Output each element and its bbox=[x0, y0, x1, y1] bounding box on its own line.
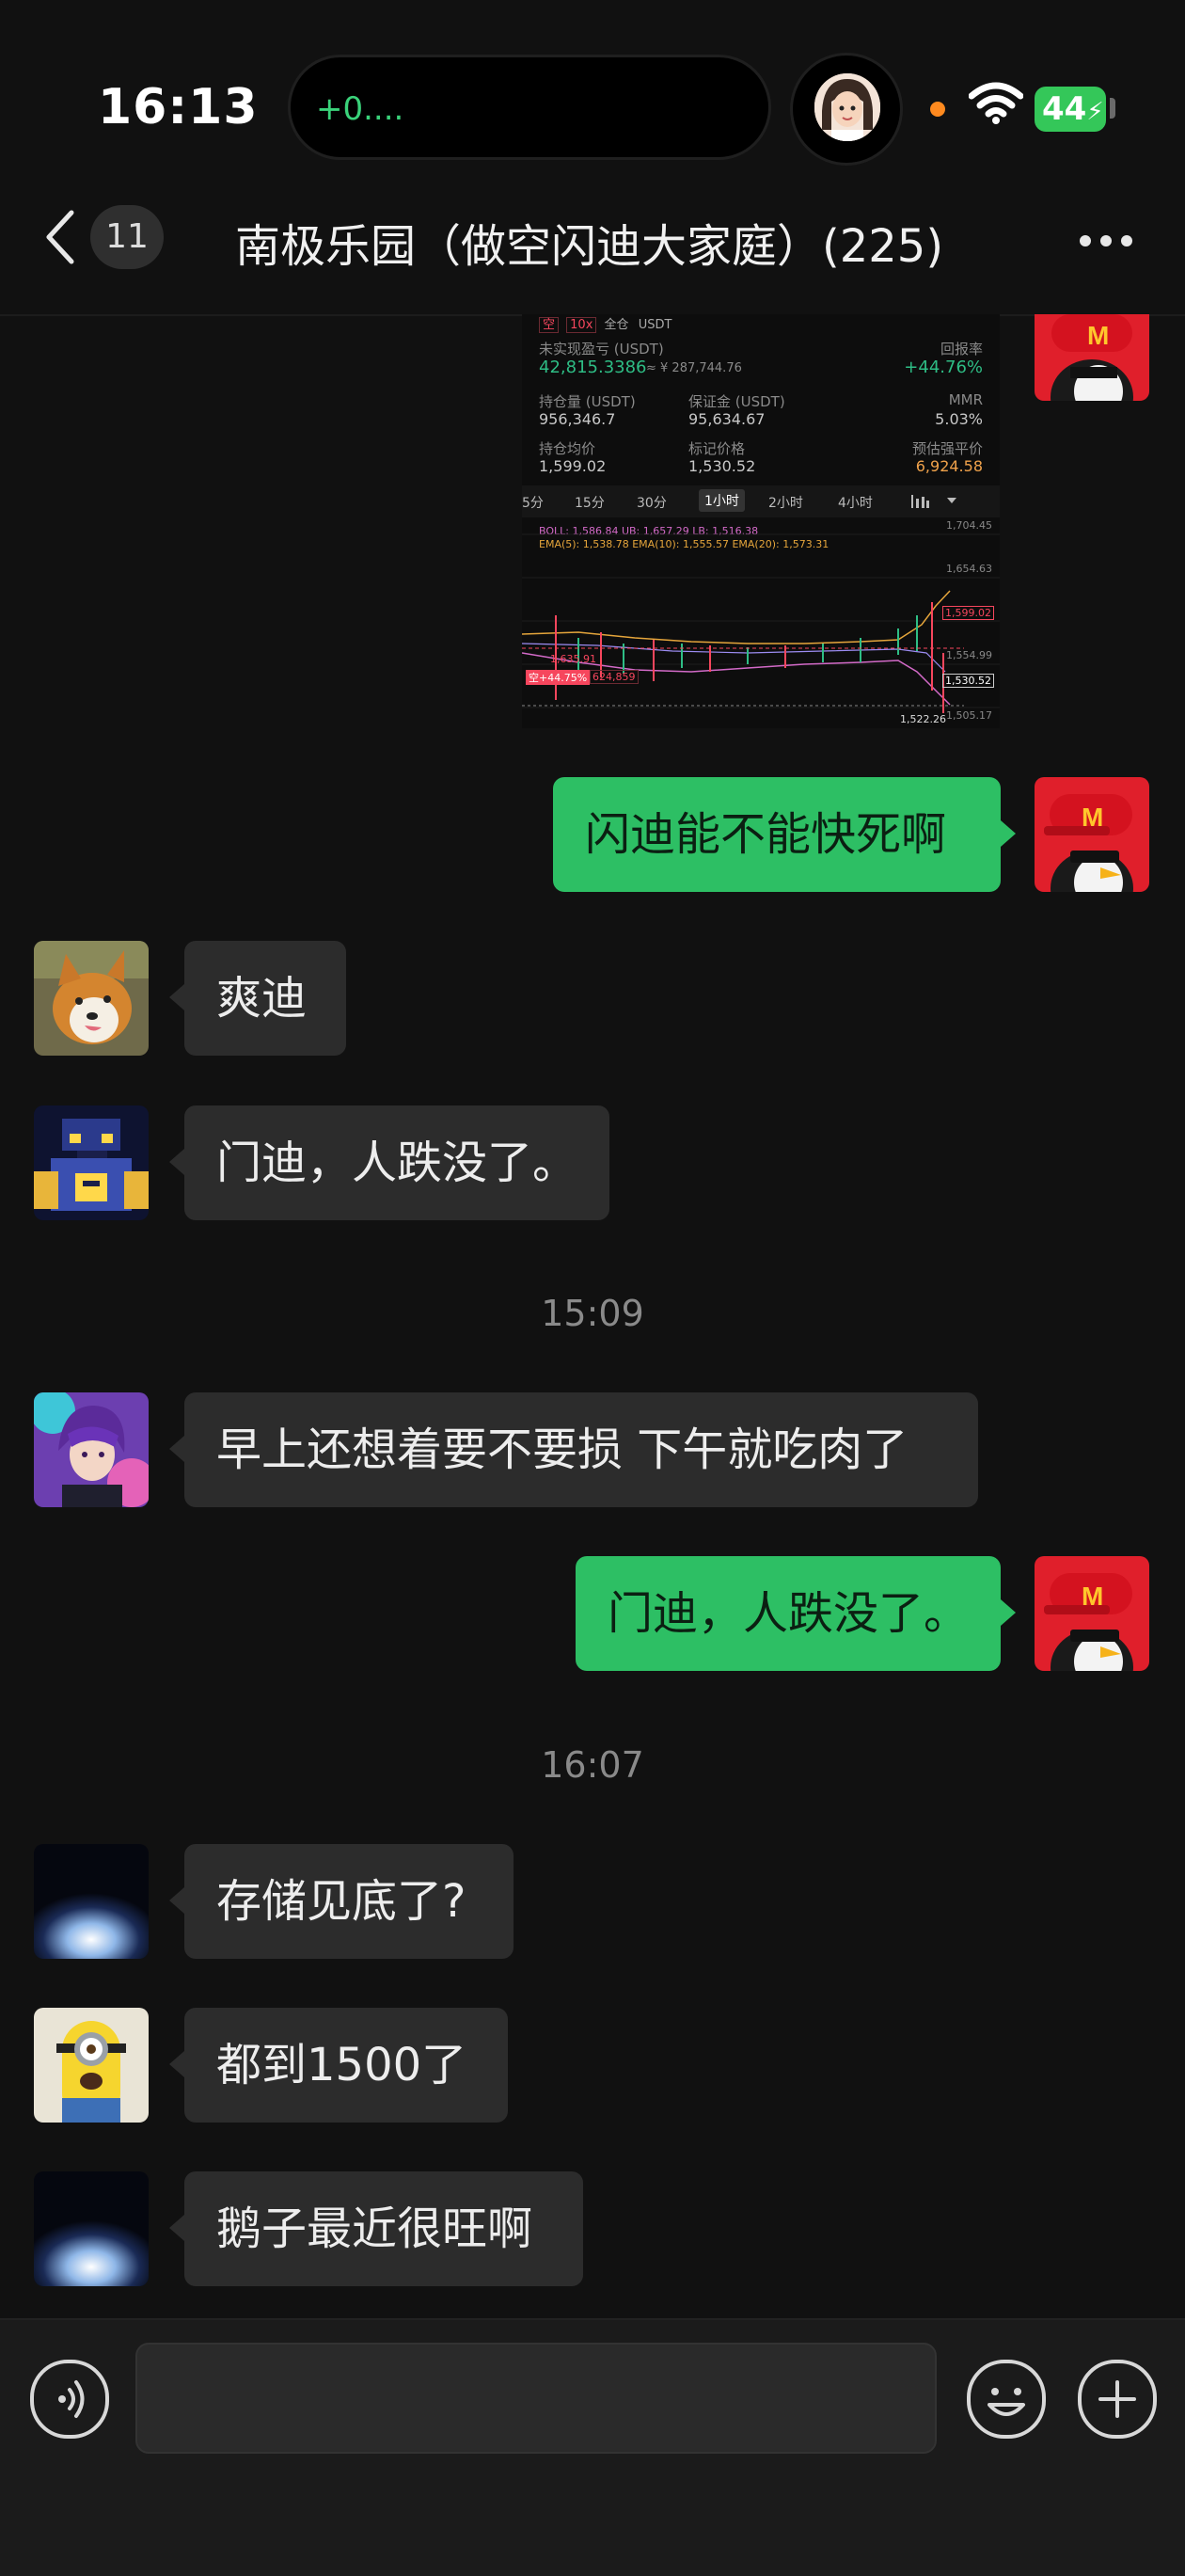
avg-price-label: 持仓均价 bbox=[539, 440, 596, 457]
more-horizontal-icon[interactable] bbox=[1078, 233, 1134, 252]
message-bubble-incoming[interactable]: 早上还想着要不要损 下午就吃肉了 bbox=[184, 1392, 978, 1507]
member-avatar-horizon[interactable] bbox=[34, 1844, 149, 1959]
interval-tab[interactable]: 4小时 bbox=[838, 493, 873, 512]
self-avatar[interactable]: M bbox=[1035, 1556, 1149, 1671]
self-avatar[interactable]: M bbox=[1035, 777, 1149, 892]
chart-high-marker: 1,635.91 bbox=[550, 653, 596, 665]
status-avatar bbox=[814, 73, 880, 141]
member-avatar-pixel[interactable] bbox=[34, 1105, 149, 1220]
trading-screenshot-image[interactable]: 空 10x 全仓 USDT 未实现盈亏 (USDT) 42,815.3386 ≈… bbox=[522, 314, 1000, 728]
mark-price-value: 1,530.52 bbox=[688, 457, 756, 475]
margin-label: 保证金 (USDT) bbox=[688, 393, 785, 410]
wifi-icon bbox=[968, 81, 1024, 128]
member-avatar-minion[interactable] bbox=[34, 2008, 149, 2123]
unrealized-value: 42,815.3386 bbox=[539, 358, 647, 377]
bubble-tail bbox=[169, 1149, 184, 1175]
bubble-tail bbox=[169, 1887, 184, 1914]
price-tick: 1,704.45 bbox=[946, 519, 992, 532]
bubble-tail bbox=[169, 984, 184, 1010]
position-label: 持仓量 (USDT) bbox=[539, 393, 636, 410]
position-tag: 空+44.75% bbox=[526, 670, 591, 685]
message-bubble-incoming[interactable]: 都到1500了 bbox=[184, 2008, 508, 2123]
roe-value: +44.76% bbox=[904, 358, 983, 377]
price-tick-entry: 1,599.02 bbox=[942, 606, 994, 620]
avg-price-value: 1,599.02 bbox=[539, 457, 607, 475]
unrealized-cny: ≈ ¥ 287,744.76 bbox=[646, 361, 742, 375]
interval-tab[interactable]: 5分 bbox=[522, 493, 544, 512]
message-bubble-incoming[interactable]: 鹅子最近很旺啊 bbox=[184, 2171, 583, 2286]
message-input[interactable] bbox=[135, 2343, 937, 2454]
position-qty: 624,859 bbox=[590, 670, 639, 684]
charging-bolt-icon: ⚡ bbox=[1086, 98, 1104, 126]
emoji-icon[interactable] bbox=[967, 2360, 1046, 2439]
position-value: 956,346.7 bbox=[539, 410, 616, 428]
mark-price-label: 标记价格 bbox=[688, 440, 746, 457]
candlestick-chart bbox=[522, 533, 1000, 713]
interval-tab[interactable]: 2小时 bbox=[768, 493, 803, 512]
status-time: 16:13 bbox=[98, 79, 259, 135]
bubble-tail bbox=[1001, 820, 1016, 847]
message-bubble-incoming[interactable]: 门迪，人跌没了。 bbox=[184, 1105, 609, 1220]
unread-count-badge[interactable]: 11 bbox=[90, 205, 164, 269]
price-tick: 1,654.63 bbox=[946, 563, 992, 575]
bubble-tail bbox=[1001, 1599, 1016, 1626]
chevron-left-icon[interactable] bbox=[41, 207, 79, 271]
unrealized-label: 未实现盈亏 (USDT) bbox=[539, 341, 664, 358]
interval-tab[interactable]: 30分 bbox=[637, 493, 667, 512]
bubble-tail bbox=[169, 2215, 184, 2241]
interval-tab[interactable]: 15分 bbox=[575, 493, 605, 512]
member-avatar-corgi[interactable] bbox=[34, 941, 149, 1056]
member-avatar-anime[interactable] bbox=[34, 1392, 149, 1507]
mmr-label: MMR bbox=[948, 391, 983, 408]
member-avatar-horizon[interactable] bbox=[34, 2171, 149, 2286]
message-bubble-incoming[interactable]: 爽迪 bbox=[184, 941, 346, 1056]
privacy-indicator bbox=[930, 102, 945, 117]
liq-price-value: 6,924.58 bbox=[915, 457, 983, 475]
message-bubble-outgoing[interactable]: 门迪，人跌没了。 bbox=[576, 1556, 1001, 1671]
timestamp-divider: 15:09 bbox=[541, 1293, 644, 1334]
bubble-tail bbox=[169, 2051, 184, 2077]
price-tick: 1,554.99 bbox=[946, 649, 992, 661]
tag-asset: USDT bbox=[638, 318, 672, 332]
battery-indicator: 44⚡ bbox=[1035, 87, 1106, 132]
price-tick: 1,505.17 bbox=[946, 709, 992, 722]
message-bubble-incoming[interactable]: 存储见底了? bbox=[184, 1844, 514, 1959]
timestamp-divider: 16:07 bbox=[541, 1744, 644, 1786]
mmr-value: 5.03% bbox=[935, 410, 983, 428]
liq-price-label: 预估强平价 bbox=[911, 440, 983, 457]
chart-settings-icon[interactable] bbox=[908, 493, 973, 514]
bubble-tail bbox=[169, 1436, 184, 1462]
interval-tab-active[interactable]: 1小时 bbox=[699, 489, 745, 512]
voice-icon[interactable] bbox=[30, 2360, 109, 2439]
svg-text:M: M bbox=[1087, 321, 1109, 350]
tag-side: 空 bbox=[539, 317, 560, 333]
battery-level: 44 bbox=[1042, 90, 1087, 128]
chart-low-marker: 1,522.26 bbox=[900, 713, 946, 725]
battery-tip bbox=[1110, 98, 1115, 119]
tag-leverage: 10x bbox=[566, 317, 597, 333]
svg-text:M: M bbox=[1082, 803, 1103, 832]
tag-margin: 全仓 bbox=[604, 318, 629, 332]
margin-value: 95,634.67 bbox=[688, 410, 766, 428]
plus-icon[interactable] bbox=[1078, 2360, 1157, 2439]
self-avatar[interactable]: M bbox=[1035, 314, 1149, 401]
svg-text:M: M bbox=[1082, 1582, 1103, 1611]
price-tick-mark: 1,530.52 bbox=[942, 674, 994, 688]
message-bubble-outgoing[interactable]: 闪迪能不能快死啊 bbox=[553, 777, 1001, 892]
live-activity-text: +0.... bbox=[316, 90, 404, 128]
chat-title[interactable]: 南极乐园（做空闪迪大家庭）(225) bbox=[235, 209, 943, 275]
roe-label: 回报率 bbox=[940, 341, 983, 358]
